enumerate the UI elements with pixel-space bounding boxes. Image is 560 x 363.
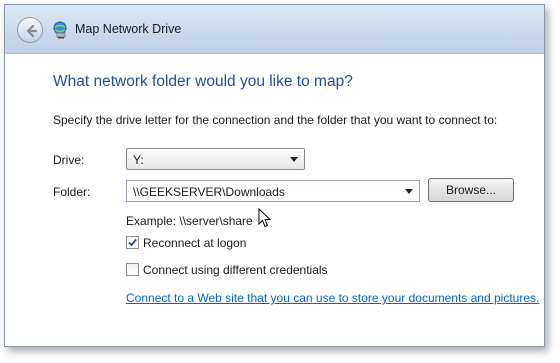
back-arrow-icon: [26, 24, 38, 38]
window-title: Map Network Drive: [75, 22, 182, 36]
example-text: Example: \\server\share: [126, 214, 253, 228]
network-drive-icon: [51, 21, 69, 39]
drive-label: Drive:: [53, 153, 85, 167]
back-button[interactable]: [17, 17, 43, 43]
drive-select-value: Y:: [133, 153, 144, 167]
browse-button[interactable]: Browse...: [428, 178, 514, 202]
folder-combobox-value: \\GEEKSERVER\Downloads: [133, 185, 285, 199]
folder-combobox[interactable]: \\GEEKSERVER\Downloads: [126, 180, 420, 202]
chevron-down-icon: [290, 157, 298, 162]
map-network-drive-dialog: Map Network Drive What network folder wo…: [4, 4, 545, 347]
checkmark-icon: [128, 238, 137, 247]
credentials-label[interactable]: Connect using different credentials: [143, 263, 328, 277]
title-bar: Map Network Drive: [5, 5, 544, 54]
mouse-cursor-icon: [258, 207, 272, 233]
reconnect-label[interactable]: Reconnect at logon: [143, 236, 246, 250]
reconnect-checkbox[interactable]: [126, 236, 139, 249]
page-heading: What network folder would you like to ma…: [53, 73, 353, 90]
drive-select[interactable]: Y:: [126, 148, 305, 170]
credentials-checkbox[interactable]: [126, 263, 139, 276]
chevron-down-icon: [405, 189, 413, 194]
instructions-text: Specify the drive letter for the connect…: [53, 113, 498, 127]
folder-label: Folder:: [53, 185, 91, 199]
web-storage-link[interactable]: Connect to a Web site that you can use t…: [126, 291, 539, 305]
